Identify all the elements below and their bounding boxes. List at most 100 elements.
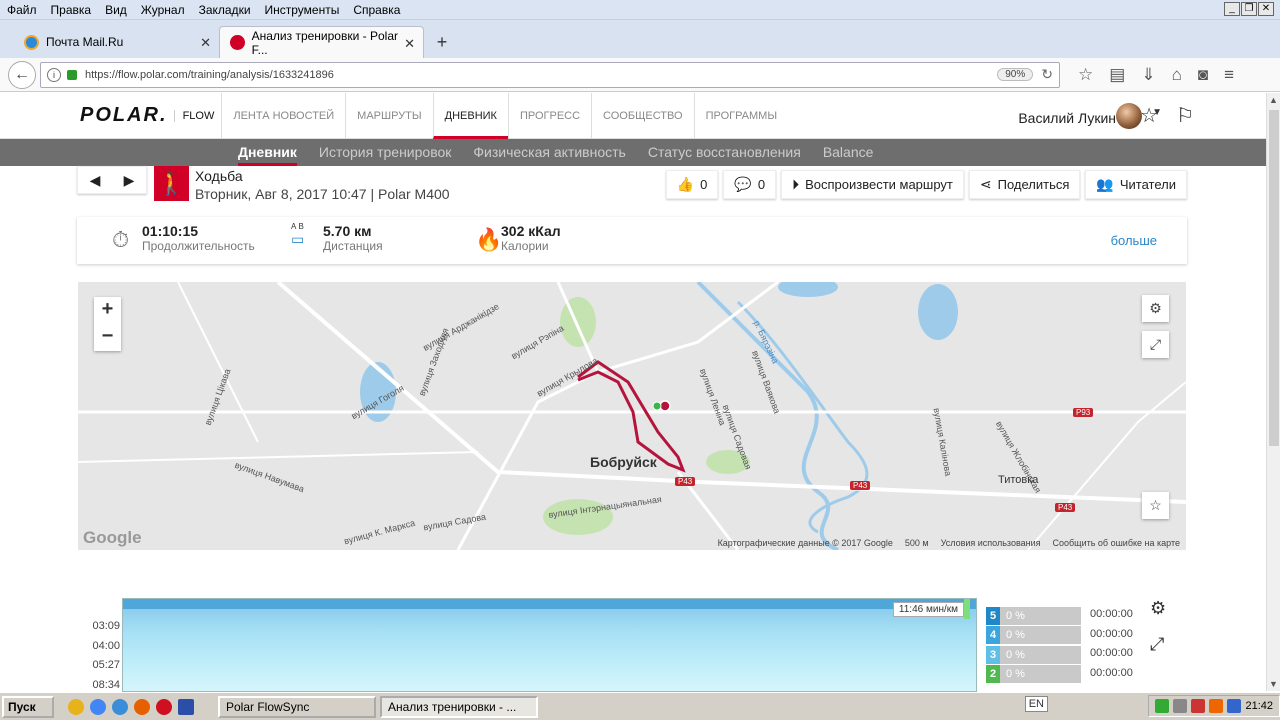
bookmark-star-icon[interactable]: ☆: [1078, 65, 1093, 85]
menu-edit[interactable]: Правка: [44, 3, 99, 17]
prev-arrow-icon[interactable]: ◀: [90, 172, 101, 189]
map-settings-icon[interactable]: ⚙: [1142, 295, 1169, 322]
chrome-icon[interactable]: [90, 698, 106, 715]
graph-settings-icon[interactable]: ⚙: [1150, 598, 1166, 634]
reading-list-icon[interactable]: ▤: [1109, 65, 1125, 85]
tray-icon[interactable]: [1209, 699, 1224, 713]
share-icon: ⋖: [979, 176, 992, 192]
sub-nav: Дневник История тренировок Физическая ак…: [0, 139, 1266, 166]
graph-buttons: ⚙ ⤢: [1150, 598, 1166, 670]
subnav-activity[interactable]: Физическая активность: [473, 139, 625, 166]
zoom-control: + −: [94, 297, 121, 351]
close-tab-icon[interactable]: ✕: [200, 35, 211, 51]
more-link[interactable]: больше: [1111, 233, 1157, 248]
page-scrollbar[interactable]: ▲ ▼: [1266, 93, 1280, 691]
thumbs-up-icon: 👍: [676, 176, 695, 192]
nav-progress[interactable]: ПРОГРЕСС: [507, 92, 591, 139]
zone-time: 00:00:00: [1090, 627, 1133, 640]
quicklaunch-icon[interactable]: [178, 698, 194, 715]
scroll-thumb[interactable]: [1269, 110, 1279, 446]
info-icon[interactable]: i: [47, 67, 61, 82]
reload-icon[interactable]: ↻: [1041, 66, 1053, 83]
distance-value: 5.70 км: [323, 223, 372, 239]
download-icon[interactable]: ⇓: [1141, 65, 1155, 85]
graph-cursor[interactable]: [964, 599, 970, 619]
readers-button[interactable]: 👥 Читатели: [1085, 170, 1187, 199]
favorite-star-icon[interactable]: ☆: [1142, 492, 1169, 519]
sync-flag-icon[interactable]: ⚐: [1176, 103, 1194, 128]
quicklaunch-icon[interactable]: [68, 698, 84, 715]
nav-feed[interactable]: ЛЕНТА НОВОСТЕЙ: [221, 92, 345, 139]
subnav-recovery[interactable]: Статус восстановления: [648, 139, 801, 166]
start-button[interactable]: Пуск: [2, 695, 54, 718]
graph-fullscreen-icon[interactable]: ⤢: [1150, 634, 1166, 670]
minimize-button[interactable]: _: [1224, 2, 1240, 16]
home-icon[interactable]: ⌂: [1172, 65, 1182, 85]
nav-programs[interactable]: ПРОГРАММЫ: [693, 92, 789, 139]
zone-row: 50 %: [986, 606, 1081, 626]
subnav-balance[interactable]: Balance: [823, 139, 874, 166]
polar-logo[interactable]: POLAR.: [80, 104, 168, 127]
zone-percent: 0 %: [1000, 665, 1081, 684]
menu-view[interactable]: Вид: [98, 3, 134, 17]
comment-count: 0: [757, 177, 766, 192]
replay-route-button[interactable]: ⏵ Воспроизвести маршрут: [781, 170, 964, 199]
scroll-up-icon[interactable]: ▲: [1269, 95, 1278, 105]
quicklaunch-icon[interactable]: [112, 698, 128, 715]
url-text[interactable]: https://flow.polar.com/training/analysis…: [85, 69, 997, 81]
task-firefox[interactable]: Анализ тренировки - ...: [380, 695, 538, 718]
menu-file[interactable]: Файл: [0, 3, 44, 17]
restore-button[interactable]: ❐: [1241, 2, 1257, 16]
next-arrow-icon[interactable]: ▶: [124, 172, 135, 189]
tab-mail[interactable]: Почта Mail.Ru ✕: [14, 26, 219, 58]
share-button[interactable]: ⋖ Поделиться: [968, 170, 1081, 199]
tray-icon[interactable]: [1227, 699, 1242, 713]
tab-polar[interactable]: Анализ тренировки - Polar F... ✕: [219, 26, 424, 58]
comment-button[interactable]: 💬 0: [723, 170, 777, 199]
tray-icon[interactable]: [1173, 699, 1188, 713]
menu-history[interactable]: Журнал: [134, 3, 192, 17]
nav-community[interactable]: СООБЩЕСТВО: [591, 92, 694, 139]
firefox-icon[interactable]: [134, 698, 150, 715]
route-map[interactable]: + − ⚙ ⤢ ☆ вулиця Арджанікідзе вулиця Рэп…: [78, 282, 1186, 550]
zoom-in-button[interactable]: +: [94, 297, 121, 324]
menu-help[interactable]: Справка: [346, 3, 407, 17]
menu-bookmarks[interactable]: Закладки: [192, 3, 258, 17]
star-icon[interactable]: ☆: [1140, 103, 1158, 128]
zoom-level[interactable]: 90%: [997, 68, 1034, 81]
avatar[interactable]: [1116, 103, 1142, 129]
tray-icon[interactable]: [1191, 699, 1206, 713]
graph-plot-area[interactable]: 11:46 мин/км: [122, 598, 977, 692]
language-indicator[interactable]: EN: [1024, 696, 1048, 712]
map-footer: Картографические данные © 2017 Google 50…: [718, 538, 1180, 548]
nav-diary[interactable]: ДНЕВНИК: [432, 92, 508, 139]
task-flowsync[interactable]: Polar FlowSync: [218, 695, 376, 718]
hamburger-menu-icon[interactable]: ≡: [1224, 65, 1234, 85]
pocket-icon[interactable]: ◙: [1198, 65, 1208, 85]
user-name[interactable]: Василий Лукин: [1018, 93, 1116, 139]
close-tab-icon[interactable]: ✕: [404, 36, 415, 52]
tray-icon[interactable]: [1155, 699, 1170, 713]
opera-icon[interactable]: [156, 698, 172, 715]
zone-row: 20 %: [986, 665, 1081, 685]
y-tick: 04:00: [92, 639, 120, 652]
menu-tools[interactable]: Инструменты: [258, 3, 347, 17]
fullscreen-icon[interactable]: ⤢: [1142, 331, 1169, 358]
nav-routes[interactable]: МАРШРУТЫ: [345, 92, 432, 139]
subnav-diary[interactable]: Дневник: [238, 139, 297, 166]
back-button[interactable]: ←: [8, 60, 36, 89]
zoom-out-button[interactable]: −: [94, 324, 121, 351]
url-bar[interactable]: i https://flow.polar.com/training/analys…: [40, 61, 1060, 88]
distance-stat: А В ▭ 5.70 км Дистанция: [291, 222, 383, 253]
distance-ab-label: А В: [291, 222, 304, 231]
ruler-icon: А В ▭: [291, 222, 305, 247]
new-tab-button[interactable]: +: [430, 26, 454, 58]
zone-times: 00:00:00 00:00:00 00:00:00 00:00:00: [1090, 608, 1133, 686]
like-button[interactable]: 👍 0: [665, 170, 719, 199]
map-terms-link[interactable]: Условия использования: [941, 538, 1041, 548]
subnav-history[interactable]: История тренировок: [319, 139, 451, 166]
scroll-down-icon[interactable]: ▼: [1269, 679, 1278, 689]
map-report-link[interactable]: Сообщить об ошибке на карте: [1053, 538, 1180, 548]
close-window-button[interactable]: ✕: [1258, 2, 1274, 16]
flow-label: FLOW: [173, 109, 214, 122]
